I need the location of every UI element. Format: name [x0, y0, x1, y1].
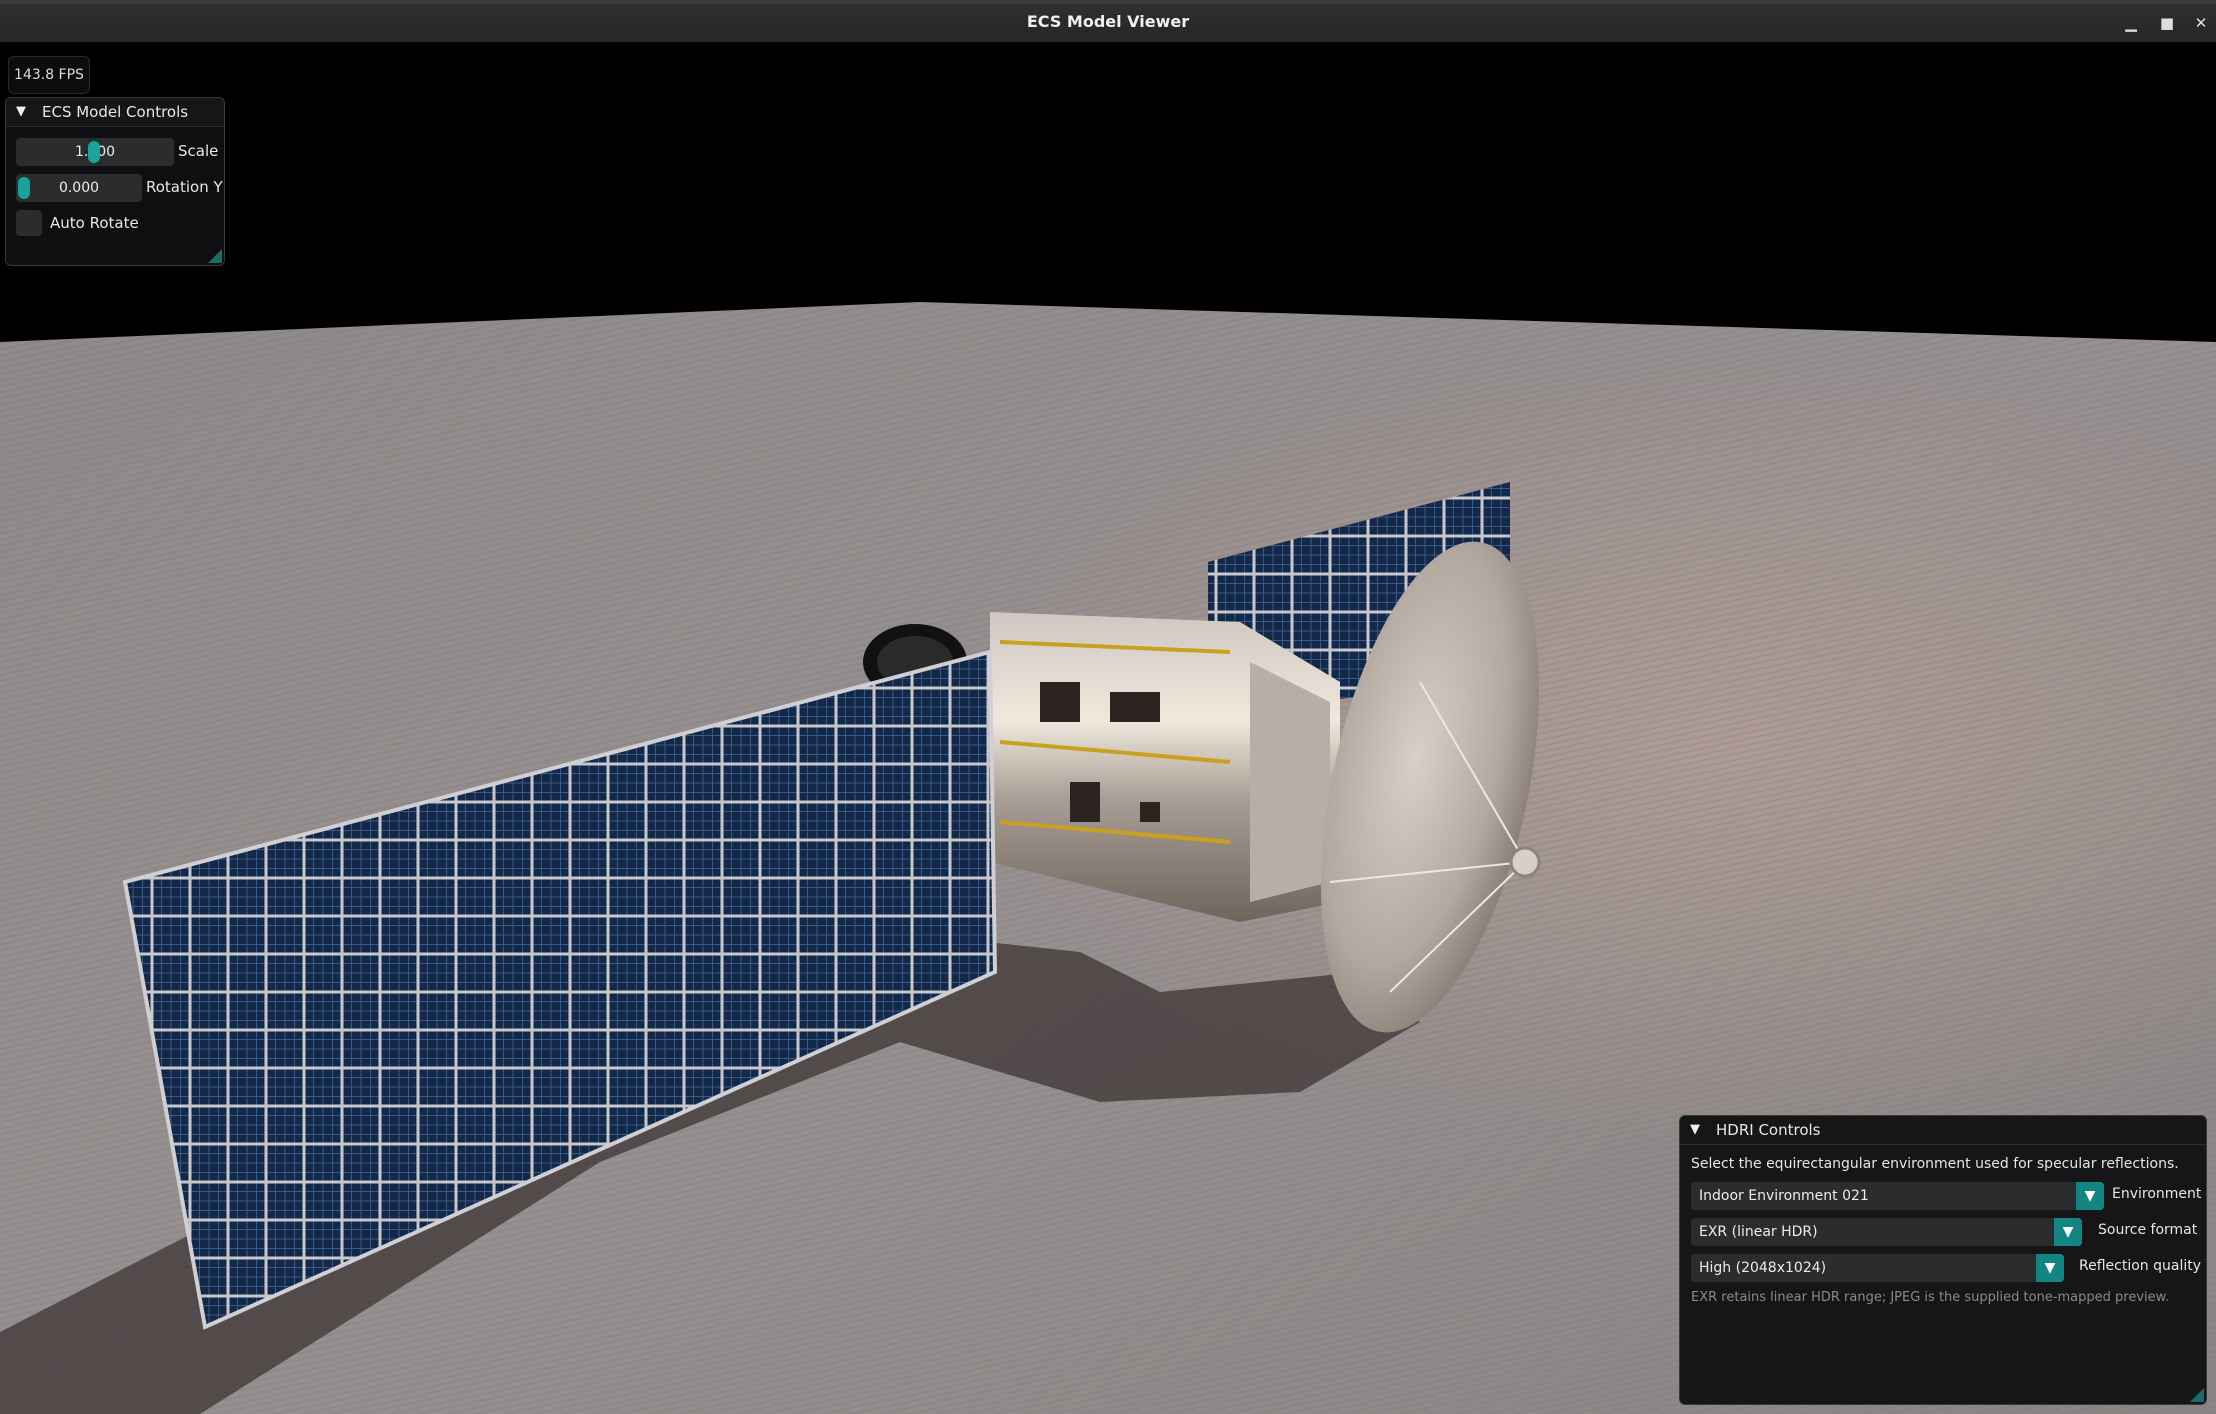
panel-title: HDRI Controls [1716, 1121, 1821, 1139]
source-format-select[interactable]: EXR (linear HDR) ▼ [1691, 1218, 2082, 1246]
environment-select[interactable]: Indoor Environment 021 ▼ [1691, 1182, 2104, 1210]
hdri-description: Select the equirectangular environment u… [1691, 1156, 2179, 1172]
window-title: ECS Model Viewer [1026, 12, 1190, 31]
collapse-triangle-icon[interactable]: ▼ [16, 104, 26, 119]
reflection-quality-value: High (2048x1024) [1699, 1260, 1827, 1276]
rotation-y-label: Rotation Y [146, 178, 223, 196]
rotation-y-slider[interactable]: 0.000 [16, 174, 142, 202]
hdri-note: EXR retains linear HDR range; JPEG is th… [1691, 1290, 2170, 1305]
auto-rotate-checkbox[interactable] [16, 210, 42, 236]
minimize-icon[interactable]: ▁ [2120, 12, 2142, 34]
scale-label: Scale [178, 142, 219, 160]
chevron-down-icon[interactable]: ▼ [2036, 1254, 2064, 1282]
source-format-value: EXR (linear HDR) [1699, 1224, 1818, 1240]
scale-slider[interactable]: 1.000 [16, 138, 174, 166]
chevron-down-icon[interactable]: ▼ [2054, 1218, 2082, 1246]
ecs-model-controls-header[interactable]: ▼ ECS Model Controls [6, 98, 224, 127]
chevron-down-icon[interactable]: ▼ [2076, 1182, 2104, 1210]
environment-value: Indoor Environment 021 [1699, 1188, 1869, 1204]
environment-label: Environment [2112, 1186, 2202, 1202]
reflection-quality-select[interactable]: High (2048x1024) ▼ [1691, 1254, 2064, 1282]
resize-grip-icon[interactable] [208, 249, 222, 263]
rotation-y-slider-grab[interactable] [18, 177, 30, 199]
ecs-model-controls-panel[interactable]: ▼ ECS Model Controls 1.000 Scale 0.000 R… [5, 97, 225, 266]
reflection-quality-label: Reflection quality [2079, 1258, 2202, 1274]
fps-counter: 143.8 FPS [8, 56, 90, 94]
collapse-triangle-icon[interactable]: ▼ [1690, 1122, 1700, 1137]
maximize-icon[interactable]: ■ [2156, 12, 2178, 34]
close-icon[interactable]: ✕ [2190, 12, 2212, 34]
source-format-label: Source format [2098, 1222, 2198, 1238]
rotation-y-value: 0.000 [58, 180, 100, 196]
scale-slider-grab[interactable] [88, 141, 100, 163]
panel-title: ECS Model Controls [42, 103, 189, 121]
hdri-controls-panel[interactable]: ▼ HDRI Controls Select the equirectangul… [1679, 1115, 2207, 1405]
resize-grip-icon[interactable] [2190, 1388, 2204, 1402]
auto-rotate-label: Auto Rotate [50, 214, 139, 232]
hdri-controls-header[interactable]: ▼ HDRI Controls [1680, 1116, 2206, 1145]
title-bar: ECS Model Viewer ▁ ■ ✕ [0, 0, 2216, 42]
